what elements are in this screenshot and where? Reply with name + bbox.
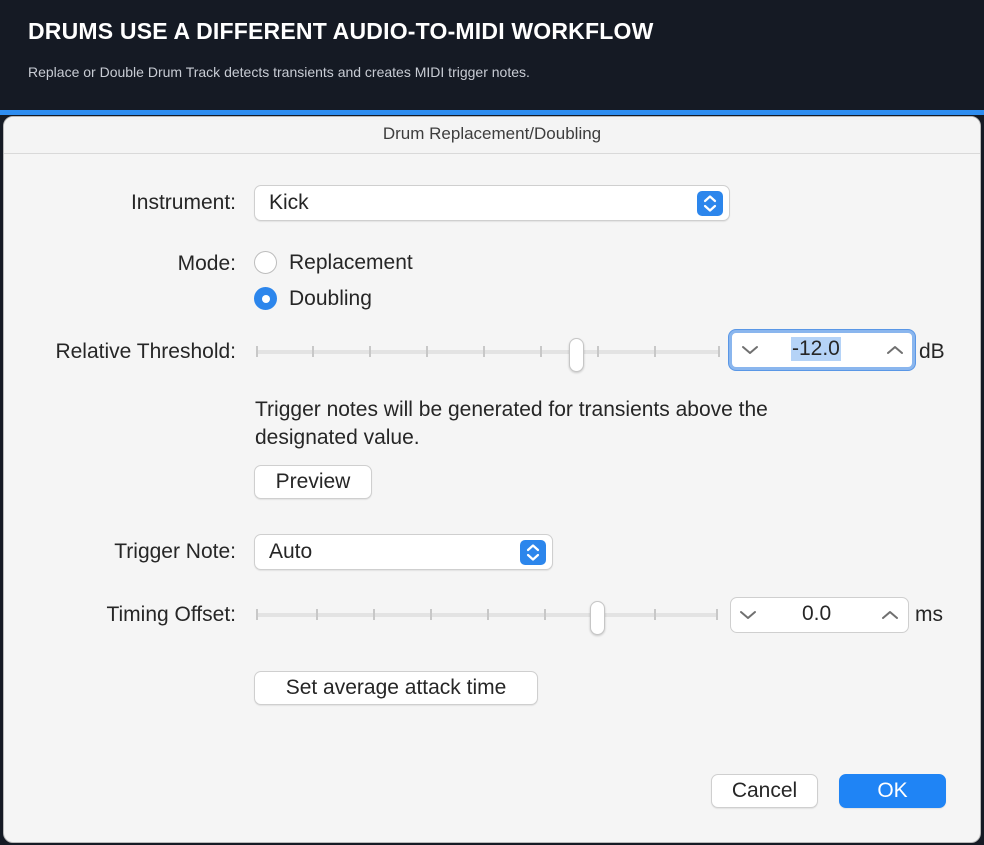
slider-tick: [430, 609, 432, 620]
chevron-updown-icon: [697, 191, 723, 216]
chevron-down-icon[interactable]: [738, 607, 758, 623]
replacement-label: Replacement: [289, 251, 413, 274]
doubling-label: Doubling: [289, 287, 372, 310]
radio-selected-dot: [262, 295, 270, 303]
instrument-popup[interactable]: Kick: [254, 185, 730, 221]
set-average-attack-time-button[interactable]: Set average attack time: [254, 671, 538, 705]
banner-title: DRUMS USE A DIFFERENT AUDIO-TO-MIDI WORK…: [28, 18, 654, 44]
slider-tick: [487, 609, 489, 620]
slider-tick: [540, 346, 542, 357]
preview-button[interactable]: Preview: [254, 465, 372, 499]
slider-tick: [316, 609, 318, 620]
chevron-up-icon[interactable]: [885, 342, 905, 358]
instrument-label: Instrument:: [130, 191, 236, 214]
slider-track: [256, 350, 720, 354]
slider-tick: [716, 609, 718, 620]
slider-tick: [373, 609, 375, 620]
banner-subtitle: Replace or Double Drum Track detects tra…: [28, 64, 530, 80]
slider-tick: [597, 346, 599, 357]
threshold-help-line1: Trigger notes will be generated for tran…: [255, 398, 768, 421]
slider-tick: [544, 609, 546, 620]
timing-offset-unit: ms: [915, 603, 943, 626]
threshold-slider[interactable]: [256, 338, 720, 372]
slider-tick: [312, 346, 314, 357]
threshold-help-line2: designated value.: [255, 426, 420, 449]
timing-offset-slider[interactable]: [256, 601, 718, 635]
radio-doubling[interactable]: [254, 287, 277, 310]
timing-offset-label: Timing Offset:: [106, 603, 236, 626]
cancel-button[interactable]: Cancel: [711, 774, 818, 808]
trigger-note-popup[interactable]: Auto: [254, 534, 553, 570]
header-banner: DRUMS USE A DIFFERENT AUDIO-TO-MIDI WORK…: [0, 0, 984, 110]
slider-tick: [256, 609, 258, 620]
relative-threshold-label: Relative Threshold:: [55, 340, 236, 363]
timing-offset-slider-thumb[interactable]: [590, 601, 605, 635]
timing-offset-value[interactable]: 0.0: [802, 602, 831, 626]
slider-tick: [654, 609, 656, 620]
threshold-value[interactable]: -12.0: [791, 337, 841, 361]
chevron-updown-icon: [520, 540, 546, 565]
chevron-up-icon[interactable]: [880, 607, 900, 623]
ok-button[interactable]: OK: [839, 774, 946, 808]
trigger-note-value: Auto: [269, 540, 313, 563]
accent-divider: [0, 110, 984, 115]
threshold-slider-thumb[interactable]: [569, 338, 584, 372]
timing-offset-stepper-field[interactable]: 0.0: [730, 597, 909, 633]
slider-tick: [483, 346, 485, 357]
dialog-title: Drum Replacement/Doubling: [4, 117, 980, 154]
slider-tick: [256, 346, 258, 357]
threshold-stepper-field[interactable]: -12.0: [729, 330, 915, 370]
drum-replacement-dialog: Drum Replacement/Doubling Instrument: Ki…: [3, 116, 981, 843]
instrument-value: Kick: [269, 191, 309, 214]
slider-tick: [654, 346, 656, 357]
chevron-down-icon[interactable]: [740, 342, 760, 358]
slider-tick: [426, 346, 428, 357]
trigger-note-label: Trigger Note:: [114, 540, 236, 563]
slider-tick: [369, 346, 371, 357]
slider-tick: [718, 346, 720, 357]
threshold-unit: dB: [919, 340, 945, 363]
radio-replacement[interactable]: [254, 251, 277, 274]
mode-label: Mode:: [177, 252, 236, 275]
